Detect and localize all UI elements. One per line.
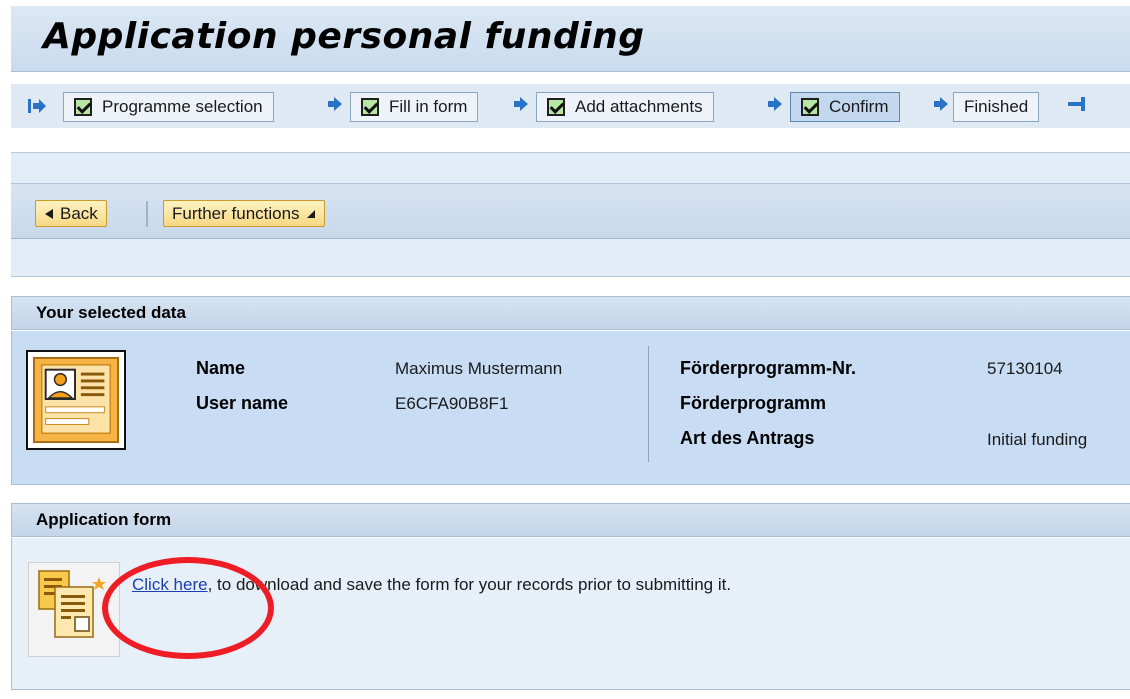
roadmap-step-programme-selection[interactable]: Programme selection [63, 92, 274, 122]
arrow-right-icon [934, 97, 948, 111]
name-label: Name [196, 358, 246, 378]
checkmark-icon [801, 98, 819, 116]
arrow-right-icon [328, 97, 342, 111]
roadmap-step-add-attachments[interactable]: Add attachments [536, 92, 714, 122]
roadmap-step-confirm[interactable]: Confirm [790, 92, 900, 122]
toolbar: Back Further functions [11, 183, 1130, 239]
roadmap-start-icon [28, 99, 46, 113]
roadmap-end-icon [1068, 97, 1085, 111]
roadmap-step-fill-in-form[interactable]: Fill in form [350, 92, 479, 122]
roadmap-step-label: Fill in form [389, 97, 468, 116]
roadmap-step-label: Finished [964, 97, 1029, 116]
download-instructions-text: , to download and save the form for your… [207, 575, 732, 594]
checkmark-icon [361, 98, 379, 116]
username-value: E6CFA90B8F1 [395, 394, 509, 413]
programme-label: Förderprogramm [680, 393, 827, 413]
roadmap-step-finished[interactable]: Finished [953, 92, 1040, 122]
application-type-label: Art des Antrags [680, 428, 815, 448]
further-functions-label: Further functions [172, 203, 300, 223]
back-button[interactable]: Back [35, 200, 107, 227]
user-card-icon [26, 350, 126, 450]
roadmap-step-label: Add attachments [575, 97, 703, 116]
roadmap-step-label: Programme selection [102, 97, 263, 116]
selected-data-panel: Name Maximus Mustermann User name E6CFA9… [11, 331, 1130, 485]
triangle-left-icon [45, 208, 53, 219]
further-functions-button[interactable]: Further functions [163, 200, 325, 227]
programme-nr-value: 57130104 [987, 359, 1063, 378]
application-form-header: Application form [11, 503, 1130, 537]
roadmap: Programme selection Fill in form Add att… [11, 84, 1130, 128]
programme-nr-label: Förderprogramm-Nr. [680, 358, 857, 378]
checkmark-icon [547, 98, 565, 116]
name-value: Maximus Mustermann [395, 359, 563, 378]
page-title: Application personal funding [43, 16, 645, 57]
page-header: Application personal funding [11, 6, 1130, 72]
arrow-right-icon [768, 97, 782, 111]
vertical-divider [648, 346, 649, 462]
application-type-value: Initial funding [987, 430, 1088, 449]
arrow-right-icon [514, 97, 528, 111]
roadmap-step-label: Confirm [829, 97, 889, 116]
toolbar-separator [146, 201, 148, 227]
toolbar-area: Back Further functions [11, 152, 1130, 277]
selected-data-header: Your selected data [11, 296, 1130, 330]
highlight-circle-annotation [102, 557, 274, 659]
checkmark-icon [74, 98, 92, 116]
triangle-down-icon [306, 209, 315, 218]
back-button-label: Back [60, 203, 98, 223]
username-label: User name [196, 393, 289, 413]
